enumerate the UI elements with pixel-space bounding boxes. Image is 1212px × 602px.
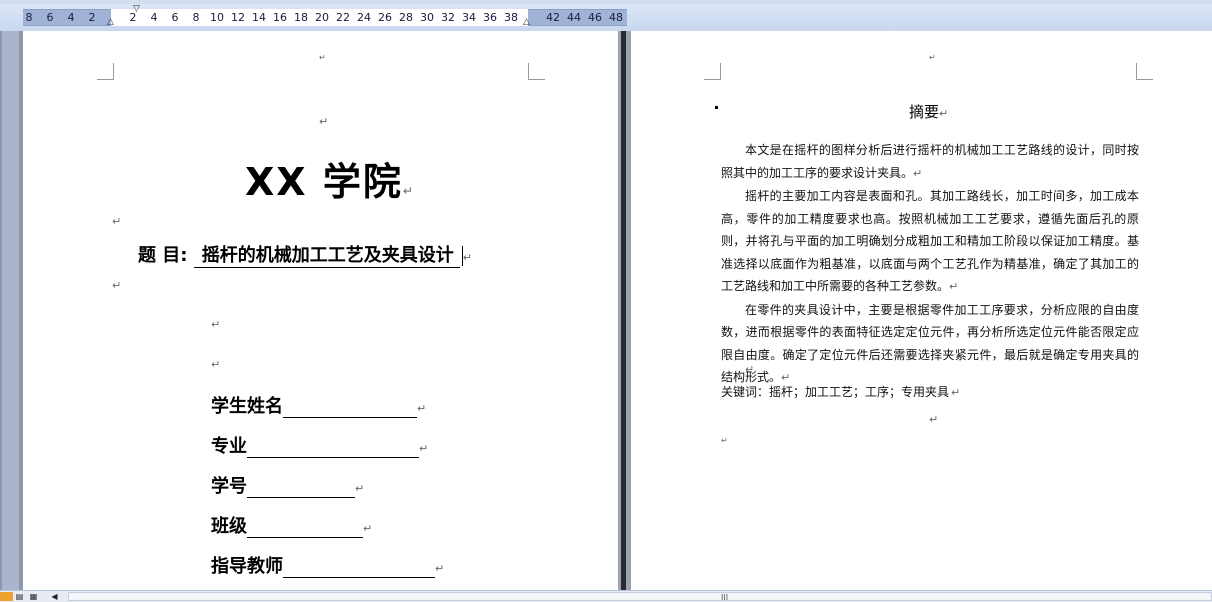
abstract-paragraph: 本文是在摇杆的图样分析后进行摇杆的机械加工工艺路线的设计，同时按照其中的加工工序… <box>721 143 1139 180</box>
margin-corner-top-left <box>97 63 114 80</box>
keywords-line: 关键词：摇杆；加工工艺；工序；专用夹具 ↵ <box>721 385 961 399</box>
ruler-number: 20 <box>315 11 329 24</box>
ruler-number: 14 <box>252 11 266 24</box>
paragraph-mark: ↵ <box>929 413 939 426</box>
student-name-field[interactable]: 学生姓名 ↵ <box>211 392 426 418</box>
ruler-number: 4 <box>67 11 75 24</box>
margin-corner-top-left <box>704 63 721 80</box>
paragraph-mark: ↵ <box>211 358 221 371</box>
school-name: XX 学院↵ <box>245 160 415 204</box>
ruler-number: 4 <box>150 11 158 24</box>
class-field[interactable]: 班级 ↵ <box>211 512 372 538</box>
scrollbar-track[interactable]: III <box>68 592 1212 602</box>
abstract-page[interactable]: ↵ 摘要↵ 本文是在摇杆的图样分析后进行摇杆的机械加工工艺路线的设计，同时按照其… <box>631 31 1212 590</box>
ruler-number: 2 <box>88 11 96 24</box>
major-field[interactable]: 专业 ↵ <box>211 432 428 458</box>
left-gutter <box>0 31 23 590</box>
page-view-icon[interactable]: ▤ <box>13 592 26 601</box>
paragraph-mark: ↵ <box>319 115 329 128</box>
ruler-number: 30 <box>420 11 434 24</box>
ruler-number: 16 <box>273 11 287 24</box>
ruler-number: 6 <box>171 11 179 24</box>
topic-value[interactable]: 摇杆的机械加工工艺及夹具设计 <box>193 241 460 268</box>
margin-corner-top-right <box>528 63 545 80</box>
paragraph-mark: ↵ <box>112 215 122 228</box>
horizontal-scrollbar[interactable]: ▤ ▦ ◀ III <box>0 590 1212 602</box>
page-divider <box>618 31 631 590</box>
right-indent-marker[interactable]: △ <box>523 17 530 27</box>
ruler-number: 26 <box>378 11 392 24</box>
abstract-title: 摘要↵ <box>909 103 949 121</box>
ruler-number: 32 <box>441 11 455 24</box>
margin-corner-top-right <box>1136 63 1153 80</box>
ruler-number: 38 <box>504 11 518 24</box>
vertical-ruler[interactable] <box>2 31 19 590</box>
student-id-field[interactable]: 学号 ↵ <box>211 472 364 498</box>
paragraph-mark: ↵ <box>721 436 728 445</box>
first-line-indent-marker[interactable]: ▽ <box>133 4 140 14</box>
abstract-paragraph: 摇杆的主要加工内容是表面和孔。其加工路线长，加工时间多，加工成本高，零件的加工精… <box>721 189 1139 293</box>
topic-label: 题 目: <box>138 245 188 266</box>
paragraph-mark: ↵ <box>211 318 221 331</box>
ruler-number: 8 <box>192 11 200 24</box>
ruler-number: 36 <box>483 11 497 24</box>
ruler-number: 34 <box>462 11 476 24</box>
paragraph-mark: ↵ <box>929 53 936 62</box>
ruler-numbers: 8 6 4 2 2 4 6 8 10 12 14 16 18 20 22 24 26 28 30 32 34 36 38 42… <box>0 10 640 26</box>
ruler-number: 6 <box>46 11 54 24</box>
ruler-top-strip <box>0 0 1212 4</box>
ruler-number: 8 <box>25 11 33 24</box>
ruler-number: 28 <box>399 11 413 24</box>
cover-page[interactable]: ↵ ↵ XX 学院↵ ↵ 题 目: 摇杆的机械加工工艺及夹具设计 ↵ ↵ ↵ ↵ … <box>23 31 618 590</box>
ruler-number: 44 <box>567 11 581 24</box>
ruler-number: 48 <box>609 11 623 24</box>
scroll-left-arrow-icon[interactable]: ◀ <box>48 592 61 601</box>
outline-view-icon[interactable]: ▦ <box>27 592 40 601</box>
ruler-number: 22 <box>336 11 350 24</box>
paragraph-mark: ↵ <box>112 279 122 292</box>
bullet-mark <box>715 106 718 109</box>
view-mode-button[interactable] <box>0 592 13 601</box>
ruler-number: 42 <box>546 11 560 24</box>
ruler-number: 46 <box>588 11 602 24</box>
ruler-number: 10 <box>210 11 224 24</box>
left-indent-marker[interactable]: △ <box>107 17 114 27</box>
paragraph-mark: ↵ <box>319 53 326 62</box>
ruler-number: 24 <box>357 11 371 24</box>
horizontal-ruler[interactable]: 8 6 4 2 2 4 6 8 10 12 14 16 18 20 22 24 26 28 30 32 34 36 38 42… <box>0 0 1212 31</box>
paragraph-mark: ↵ <box>745 363 755 376</box>
abstract-paragraph: 在零件的夹具设计中，主要是根据零件加工工序要求，分析应限的自由度数，进而根据零件… <box>721 302 1139 385</box>
abstract-body: 本文是在摇杆的图样分析后进行摇杆的机械加工工艺路线的设计，同时按照其中的加工工序… <box>721 139 1139 390</box>
advisor-field[interactable]: 指导教师 ↵ <box>211 552 444 578</box>
ruler-number: 18 <box>294 11 308 24</box>
ruler-number: 12 <box>231 11 245 24</box>
topic-row: 题 目: 摇杆的机械加工工艺及夹具设计 ↵ <box>138 241 472 268</box>
